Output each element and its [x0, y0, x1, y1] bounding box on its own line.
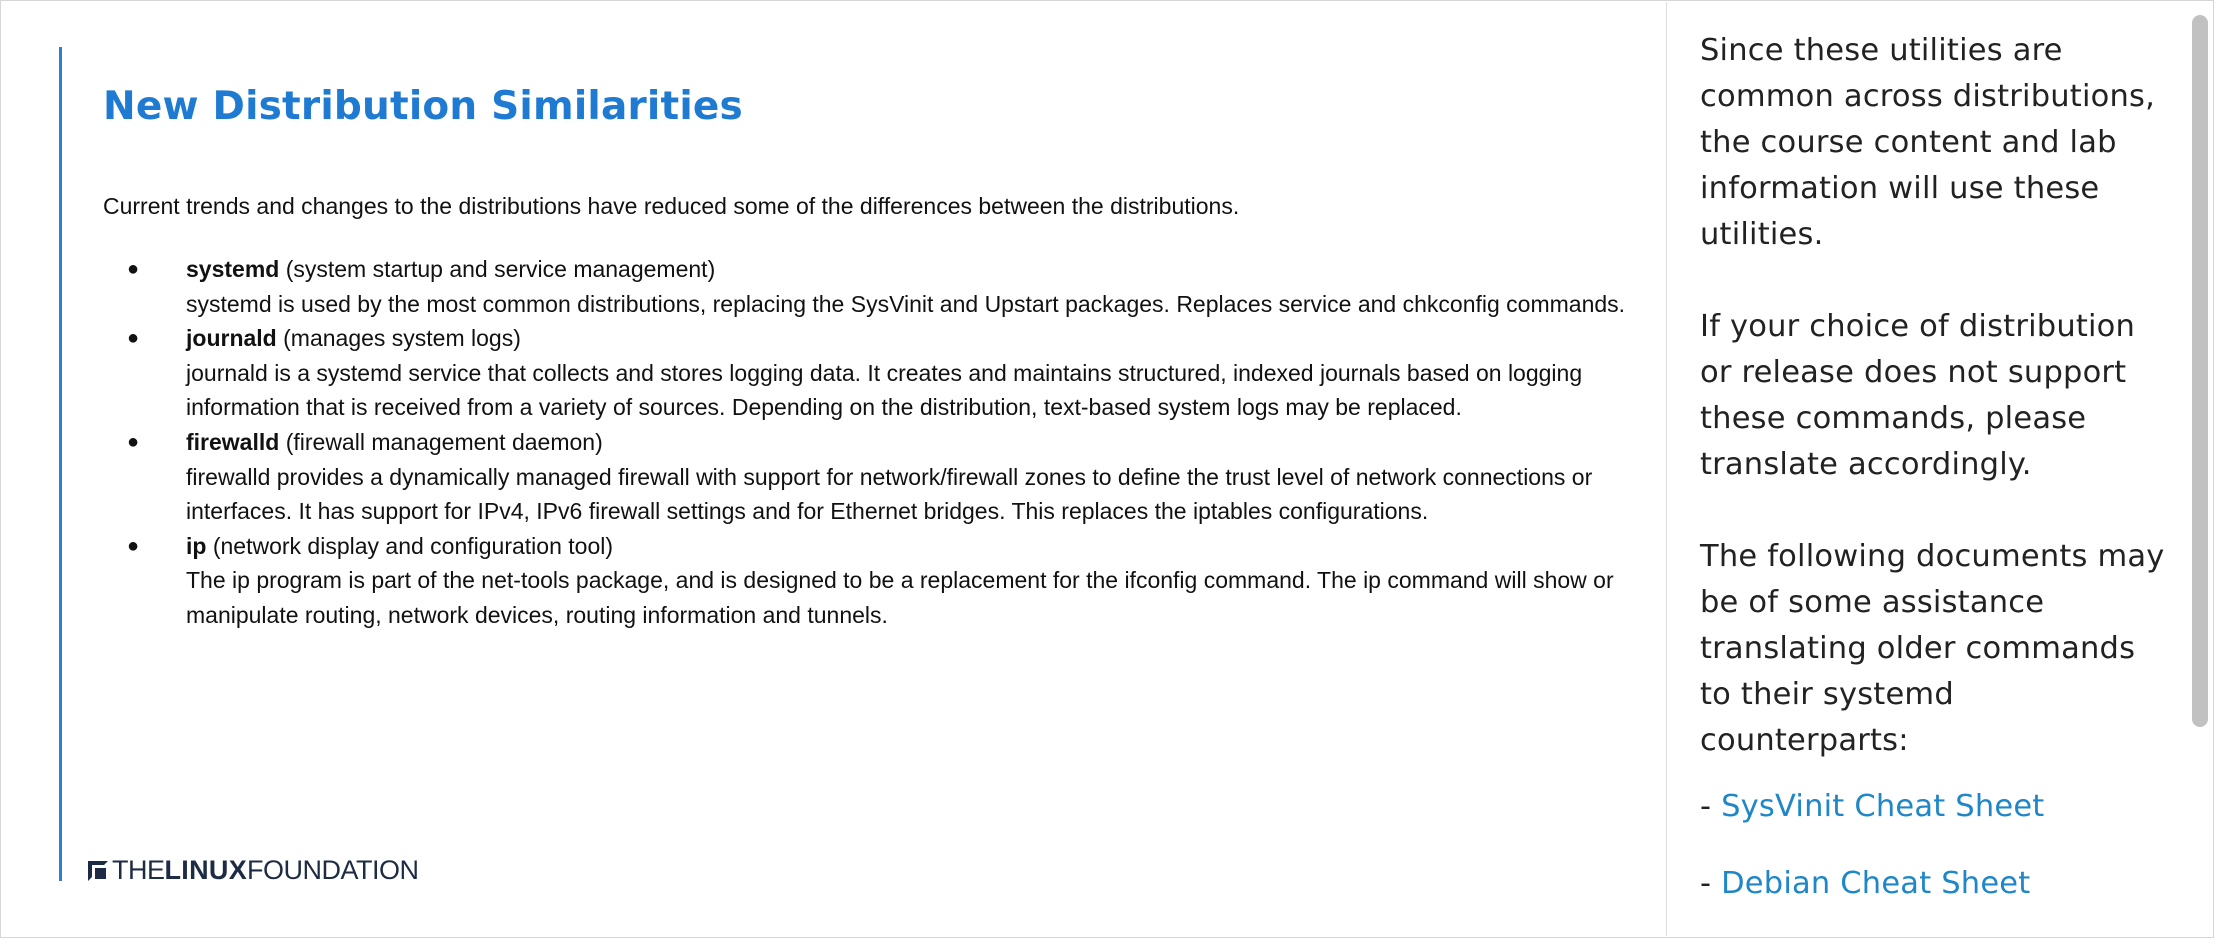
- bullet-qualifier: (network display and configuration tool): [206, 532, 614, 559]
- notes-link-row: - SysVinit Cheat Sheet: [1700, 784, 2170, 830]
- notes-link-row: - Debian Cheat Sheet: [1700, 861, 2170, 907]
- notes-scrollbar-thumb[interactable]: [2192, 15, 2208, 727]
- bullet-description: systemd is used by the most common distr…: [186, 290, 1626, 317]
- notes-paragraph: The following documents may be of some a…: [1700, 539, 2165, 758]
- bullet-list: ● systemd (system startup and service ma…: [103, 252, 1643, 633]
- slide-title: New Distribution Similarities: [103, 84, 743, 129]
- bullet-dot-icon: ●: [127, 258, 140, 280]
- bullet-term: firewalld: [186, 428, 280, 455]
- slide-accent-rule: [59, 47, 62, 881]
- slide-intro: Current trends and changes to the distri…: [103, 193, 1240, 219]
- bullet-qualifier: (firewall management daemon): [279, 428, 603, 455]
- logo-text-linux: LINUX: [164, 854, 247, 885]
- linux-foundation-logo: THE LINUX FOUNDATION: [88, 853, 419, 887]
- notes-content: Since these utilities are common across …: [1700, 28, 2170, 938]
- viewer-frame: New Distribution Similarities Current tr…: [0, 0, 2214, 938]
- logo-text-the: THE: [112, 854, 165, 885]
- bullet-dot-icon: ●: [127, 430, 140, 453]
- bullet-dot-icon: ●: [127, 327, 140, 350]
- bullet-dot-icon: ●: [127, 534, 140, 557]
- slide-panel: New Distribution Similarities Current tr…: [2, 2, 1666, 936]
- bullet-item-journald: ● journald (manages system logs) journal…: [103, 321, 1643, 425]
- notes-paragraph: Since these utilities are common across …: [1700, 33, 2155, 252]
- bullet-term: ip: [186, 532, 207, 559]
- bullet-description: firewalld provides a dynamically managed…: [186, 463, 1593, 525]
- logo-text-foundation: FOUNDATION: [247, 854, 419, 885]
- bullet-item-firewalld: ● firewalld (firewall management daemon)…: [103, 425, 1643, 529]
- link-prefix: -: [1700, 789, 1722, 824]
- notes-panel: Since these utilities are common across …: [1666, 2, 2186, 936]
- sysvinit-cheat-sheet-link[interactable]: SysVinit Cheat Sheet: [1721, 789, 2044, 824]
- bullet-term: systemd: [186, 256, 280, 282]
- bullet-qualifier: (system startup and service management): [279, 256, 716, 282]
- bullet-item-ip: ● ip (network display and configuration …: [103, 529, 1643, 633]
- notes-paragraph: If your choice of distribution or releas…: [1700, 309, 2136, 482]
- bullet-qualifier: (manages system logs): [276, 325, 521, 352]
- linux-foundation-mark-icon: [88, 861, 108, 881]
- link-prefix: -: [1700, 866, 1722, 901]
- bullet-item-systemd: ● systemd (system startup and service ma…: [103, 252, 1643, 321]
- bullet-description: journald is a systemd service that colle…: [186, 359, 1583, 421]
- bullet-term: journald: [186, 325, 277, 352]
- debian-cheat-sheet-link[interactable]: Debian Cheat Sheet: [1721, 866, 2030, 901]
- bullet-description: The ip program is part of the net-tools …: [186, 567, 1614, 628]
